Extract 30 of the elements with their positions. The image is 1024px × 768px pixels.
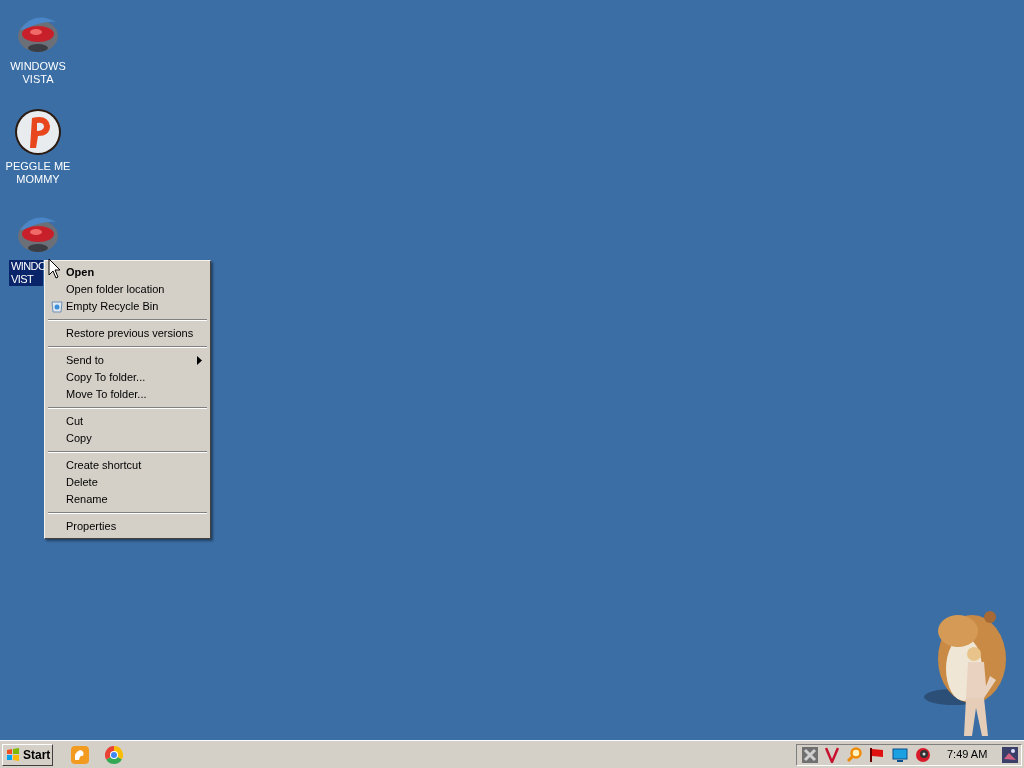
- v-logo-icon[interactable]: [825, 746, 839, 763]
- menu-item[interactable]: Move To folder...: [47, 386, 208, 403]
- submenu-arrow-icon: [197, 356, 202, 365]
- menu-item[interactable]: Copy: [47, 430, 208, 447]
- windows-flag-icon: [6, 747, 20, 762]
- cursor-icon: [48, 258, 61, 279]
- magnifier-icon[interactable]: [846, 746, 862, 763]
- menu-item[interactable]: Create shortcut: [47, 457, 208, 474]
- menu-item[interactable]: Delete: [47, 474, 208, 491]
- recycle-bin-icon: [50, 299, 64, 313]
- speaker-icon[interactable]: [915, 746, 931, 763]
- menu-item[interactable]: Open: [47, 264, 208, 281]
- menu-item[interactable]: Copy To folder...: [47, 369, 208, 386]
- icon-label[interactable]: PEGGLE ME MOMMY: [3, 160, 73, 186]
- clock[interactable]: 7:49 AM: [947, 746, 988, 763]
- menu-item[interactable]: Send to: [47, 352, 208, 369]
- menu-item[interactable]: Empty Recycle Bin: [47, 298, 208, 315]
- letter-badge-icon: [14, 108, 62, 156]
- monitor-icon[interactable]: [892, 746, 908, 763]
- start-button[interactable]: Start: [2, 743, 53, 766]
- flag-icon[interactable]: [869, 746, 885, 763]
- tray-app-icon[interactable]: [802, 746, 818, 763]
- menu-item[interactable]: Restore previous versions: [47, 325, 208, 342]
- chrome-icon[interactable]: [105, 745, 123, 764]
- tray-photo-icon[interactable]: [1002, 746, 1019, 763]
- icon-label[interactable]: WINDOWS VISTA: [8, 60, 68, 86]
- menu-item[interactable]: Open folder location: [47, 281, 208, 298]
- menu-item[interactable]: Rename: [47, 491, 208, 508]
- menu-item[interactable]: Cut: [47, 413, 208, 430]
- menu-item[interactable]: Properties: [47, 518, 208, 535]
